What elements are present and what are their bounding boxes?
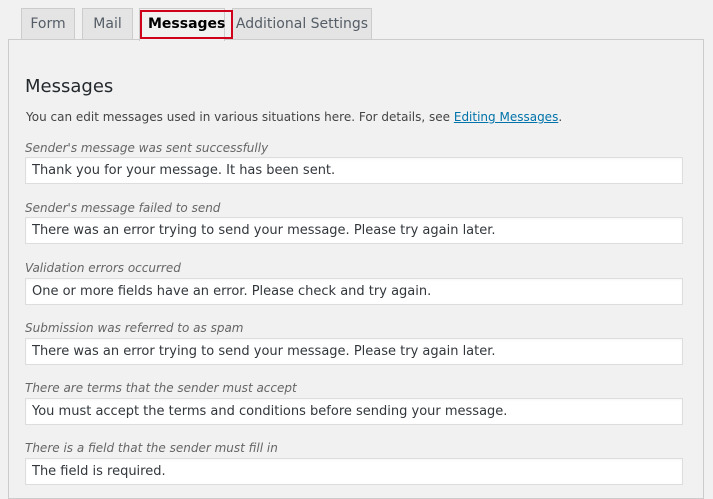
intro-text-end: . [558,110,563,124]
message-label-accept-terms: There are terms that the sender must acc… [25,381,297,395]
message-input-validation-error[interactable] [25,278,683,305]
message-input-spam[interactable] [25,338,683,365]
intro-text: You can edit messages used in various si… [26,108,562,126]
message-label-invalid-required: There is a field that the sender must fi… [25,441,278,455]
tab-form[interactable]: Form [21,8,75,39]
message-input-mail-sent-ng[interactable] [25,217,683,244]
tab-additional-settings[interactable]: Additional Settings [232,8,372,39]
tab-messages-label: Messages [140,10,234,39]
message-input-accept-terms[interactable] [25,398,683,425]
message-label-mail-sent-ng: Sender's message failed to send [25,201,221,215]
messages-panel: Messages You can edit messages used in v… [8,39,704,499]
message-input-invalid-required[interactable] [25,458,683,485]
intro-text-body: You can edit messages used in various si… [26,110,454,124]
tab-mail-label: Mail [93,16,122,32]
message-label-validation-error: Validation errors occurred [25,261,181,275]
tab-form-label: Form [30,16,66,32]
editing-messages-link[interactable]: Editing Messages [454,110,558,124]
message-label-spam: Submission was referred to as spam [25,321,244,335]
tab-bar: Form Mail Messages Additional Settings [0,0,713,41]
panel-title: Messages [25,76,114,97]
tab-additional-settings-label: Additional Settings [235,16,369,32]
message-input-mail-sent-ok[interactable] [25,157,683,184]
message-label-mail-sent-ok: Sender's message was sent successfully [25,141,269,155]
tab-messages[interactable]: Messages [139,8,234,41]
tab-mail[interactable]: Mail [82,8,133,39]
